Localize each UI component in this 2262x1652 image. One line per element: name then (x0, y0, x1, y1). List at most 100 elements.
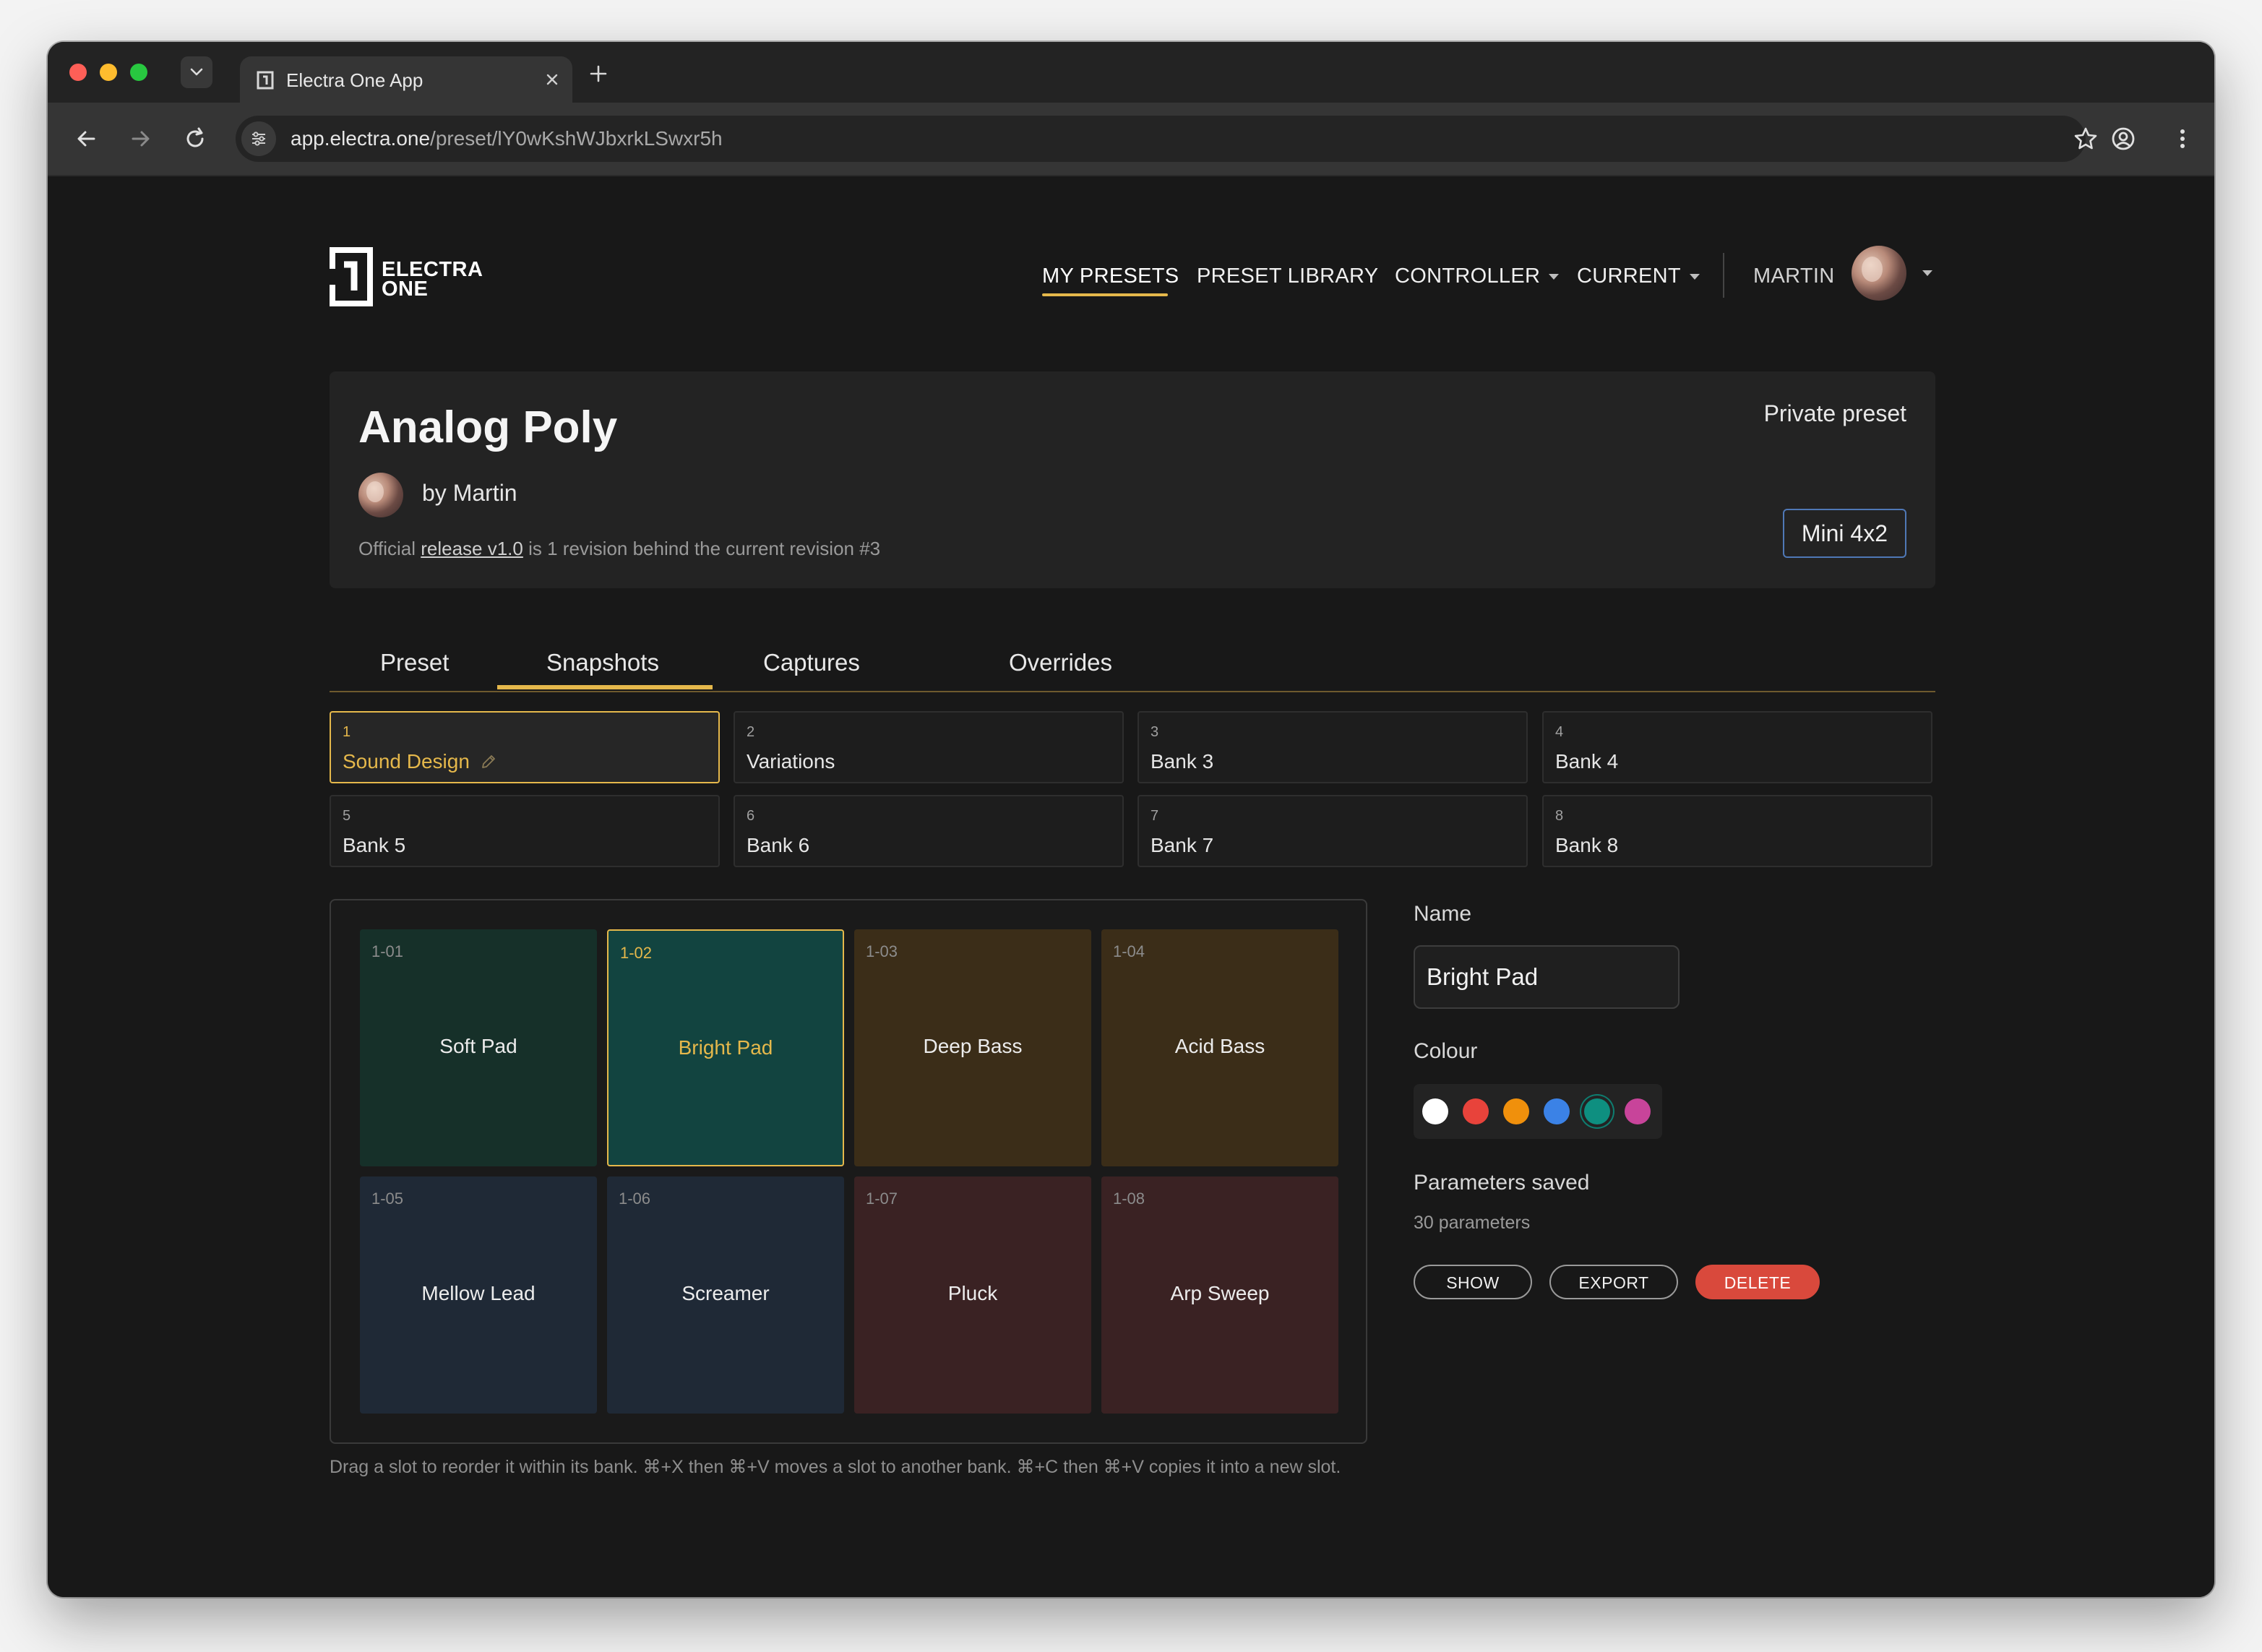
visibility-label: Private preset (1763, 400, 1906, 426)
site-settings-button[interactable] (241, 121, 276, 156)
snapshot-name-input[interactable] (1414, 945, 1680, 1009)
bank-name: Variations (747, 750, 835, 773)
tab-strip: Electra One App (48, 42, 2214, 103)
logo-text[interactable]: ELECTRA ONE (382, 258, 483, 301)
pencil-icon[interactable] (480, 753, 497, 770)
bank-number: 5 (343, 808, 351, 824)
url-text: app.electra.one/preset/lY0wKshWJbxrkLSwx… (291, 127, 723, 150)
tab-overrides[interactable]: Overrides (1009, 649, 1112, 676)
profile-icon[interactable] (2109, 124, 2138, 153)
nav-current[interactable]: CURRENT (1577, 264, 1700, 288)
bank-8[interactable]: 8 Bank 8 (1542, 795, 1932, 867)
release-link[interactable]: release v1.0 (421, 538, 523, 559)
bank-number: 4 (1555, 724, 1564, 740)
bank-1[interactable]: 1 Sound Design (330, 711, 720, 783)
back-arrow-icon[interactable] (72, 124, 101, 153)
bank-3[interactable]: 3 Bank 3 (1138, 711, 1528, 783)
colour-swatch-magenta[interactable] (1625, 1098, 1651, 1124)
more-vert-icon[interactable] (2168, 124, 2197, 153)
url-path: /preset/lY0wKshWJbxrkLSwxr5h (430, 127, 723, 150)
slot-id: 1-02 (620, 944, 653, 962)
nav-controller[interactable]: CONTROLLER (1395, 264, 1560, 288)
snapshot-slot-1-06[interactable]: 1-06 Screamer (607, 1176, 844, 1414)
user-avatar[interactable] (1852, 246, 1906, 301)
nav-active-indicator (1042, 293, 1168, 296)
star-icon[interactable] (2071, 124, 2100, 153)
tab-captures[interactable]: Captures (763, 649, 860, 676)
bank-4[interactable]: 4 Bank 4 (1542, 711, 1932, 783)
site-settings-icon (252, 132, 265, 146)
address-bar[interactable]: app.electra.one/preset/lY0wKshWJbxrkLSwx… (236, 116, 2097, 162)
bank-name: Bank 3 (1151, 750, 1214, 773)
colour-swatch-blue[interactable] (1544, 1098, 1570, 1124)
show-button[interactable]: SHOW (1414, 1265, 1532, 1299)
release-prefix: Official (358, 538, 421, 559)
release-suffix: is 1 revision behind the current revisio… (523, 538, 881, 559)
logo-line-1: ELECTRA (382, 258, 483, 281)
close-icon[interactable] (543, 71, 561, 88)
tab-preset[interactable]: Preset (380, 649, 449, 676)
caret-down-icon (1689, 274, 1700, 280)
preset-info-card: Analog Poly by Martin Official release v… (330, 371, 1935, 588)
slot-name: Arp Sweep (1170, 1282, 1270, 1304)
nav-divider (1723, 253, 1724, 298)
plus-icon[interactable] (588, 64, 608, 84)
bank-2[interactable]: 2 Variations (734, 711, 1124, 783)
browser-tab[interactable]: Electra One App (240, 56, 572, 103)
browser-tab-title: Electra One App (286, 69, 423, 91)
parameters-count: 30 parameters (1414, 1213, 1531, 1233)
slot-id: 1-08 (1113, 1189, 1145, 1208)
slot-id: 1-03 (866, 942, 898, 960)
slot-name: Soft Pad (439, 1035, 517, 1057)
nav-preset-library[interactable]: PRESET LIBRARY (1197, 264, 1378, 288)
colour-swatch-orange[interactable] (1503, 1098, 1529, 1124)
bank-name: Bank 7 (1151, 834, 1214, 856)
snapshot-slot-1-03[interactable]: 1-03 Deep Bass (854, 929, 1091, 1166)
delete-button[interactable]: DELETE (1695, 1265, 1820, 1299)
slot-name: Mellow Lead (421, 1282, 536, 1304)
snapshot-slot-1-01[interactable]: 1-01 Soft Pad (360, 929, 597, 1166)
snapshot-slot-1-04[interactable]: 1-04 Acid Bass (1101, 929, 1338, 1166)
user-menu-caret-icon[interactable] (1922, 270, 1932, 276)
release-info: Official release v1.0 is 1 revision behi… (358, 538, 880, 560)
slot-name: Deep Bass (923, 1035, 1023, 1057)
snapshot-slot-1-07[interactable]: 1-07 Pluck (854, 1176, 1091, 1414)
electra-logo-icon[interactable] (330, 247, 373, 306)
nav-my-presets[interactable]: MY PRESETS (1042, 264, 1179, 288)
bank-6[interactable]: 6 Bank 6 (734, 795, 1124, 867)
snapshot-slot-1-02[interactable]: 1-02 Bright Pad (607, 929, 844, 1166)
parameters-saved-label: Parameters saved (1414, 1171, 1590, 1195)
export-button[interactable]: EXPORT (1549, 1265, 1678, 1299)
nav-controller-label: CONTROLLER (1395, 264, 1541, 288)
colour-swatch-white[interactable] (1422, 1098, 1448, 1124)
reorder-hint: Drag a slot to reorder it within its ban… (330, 1457, 1341, 1477)
slot-name: Acid Bass (1174, 1035, 1265, 1057)
slot-id: 1-07 (866, 1189, 898, 1208)
minimize-window-button[interactable] (100, 64, 117, 81)
slot-id: 1-06 (619, 1189, 651, 1208)
tab-active-indicator (497, 685, 713, 689)
reload-icon[interactable] (181, 124, 210, 153)
slot-id: 1-04 (1113, 942, 1145, 960)
bank-number: 2 (747, 724, 755, 740)
snapshot-slot-1-05[interactable]: 1-05 Mellow Lead (360, 1176, 597, 1414)
preset-title: Analog Poly (358, 403, 618, 452)
bank-name-text: Sound Design (343, 750, 470, 773)
bank-name: Bank 6 (747, 834, 810, 856)
maximize-window-button[interactable] (130, 64, 147, 81)
tab-search-button[interactable] (181, 56, 212, 88)
tab-snapshots[interactable]: Snapshots (546, 649, 659, 676)
bank-7[interactable]: 7 Bank 7 (1138, 795, 1528, 867)
chevron-down-icon (190, 68, 203, 76)
bank-name: Bank 4 (1555, 750, 1619, 773)
colour-swatch-teal[interactable] (1584, 1098, 1610, 1124)
bank-5[interactable]: 5 Bank 5 (330, 795, 720, 867)
name-label: Name (1414, 902, 1472, 926)
colour-swatch-red[interactable] (1463, 1098, 1489, 1124)
logo-line-2: ONE (382, 278, 429, 301)
snapshot-slot-1-08[interactable]: 1-08 Arp Sweep (1101, 1176, 1338, 1414)
model-button[interactable]: Mini 4x2 (1782, 509, 1906, 558)
forward-arrow-icon[interactable] (126, 124, 155, 153)
nav-user-name[interactable]: MARTIN (1753, 264, 1834, 288)
close-window-button[interactable] (69, 64, 87, 81)
